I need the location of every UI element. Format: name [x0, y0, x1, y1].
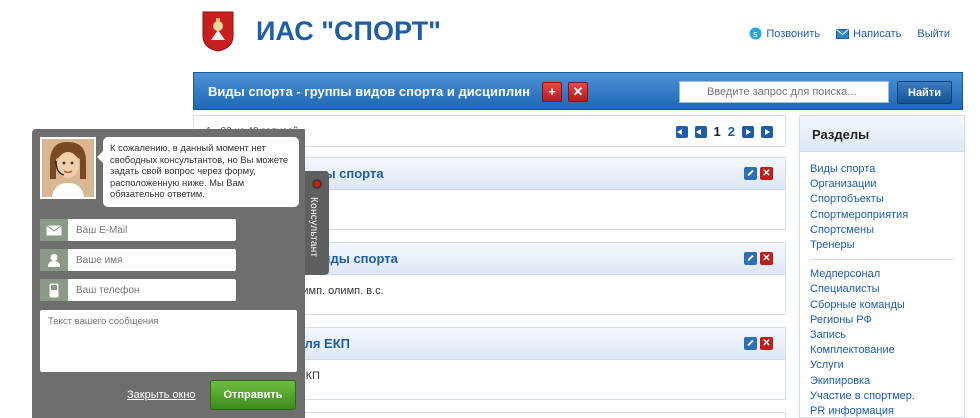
phone-icon — [40, 279, 68, 301]
consultant-avatar — [40, 137, 96, 199]
email-input[interactable] — [68, 219, 236, 241]
sidebar-item-services[interactable]: Услуги — [810, 358, 954, 373]
write-link-label: Написать — [853, 27, 902, 40]
top-links: s Позвонить Написать Выйти — [749, 27, 950, 40]
close-window-link[interactable]: Закрыть окно — [127, 389, 196, 401]
edit-icon[interactable] — [744, 167, 757, 180]
logout-link-label: Выйти — [917, 27, 950, 40]
sidebar-item-record[interactable]: Запись — [810, 328, 954, 343]
sidebar-title: Разделы — [800, 116, 964, 152]
send-button[interactable]: Отправить — [210, 380, 296, 410]
sidebar-item-athletes[interactable]: Спортсмены — [810, 223, 954, 238]
logout-link[interactable]: Выйти — [917, 27, 950, 40]
consultant-tab-label: Консультант — [308, 197, 319, 258]
pager: 1 2 — [675, 124, 773, 139]
search-input[interactable] — [679, 81, 889, 103]
add-button[interactable]: + — [542, 82, 562, 102]
last-page-icon[interactable] — [761, 125, 773, 138]
edit-icon[interactable] — [744, 252, 757, 265]
sidebar-item-national-teams[interactable]: Сборные команды — [810, 298, 954, 313]
sidebar-item-event-participation[interactable]: Участие в спортмер. — [810, 389, 954, 404]
name-input[interactable] — [68, 249, 236, 271]
sidebar-item-organizations[interactable]: Организации — [810, 177, 954, 192]
toolbar-title: Виды спорта - группы видов спорта и дисц… — [208, 84, 530, 99]
edit-icon[interactable] — [744, 337, 757, 350]
page-2[interactable]: 2 — [728, 124, 735, 139]
delete-icon[interactable]: ✕ — [760, 252, 773, 265]
consultant-tab[interactable]: Консультант — [305, 171, 329, 275]
sections-sidebar: Разделы Виды спорта Организации Спортобъ… — [799, 115, 965, 418]
call-link-label: Позвонить — [766, 27, 821, 40]
mail-icon — [836, 28, 850, 39]
sidebar-item-pr-info[interactable]: PR информация — [810, 404, 954, 418]
moscow-coat-of-arms-logo — [201, 10, 235, 52]
phone-input[interactable] — [68, 279, 236, 301]
sidebar-item-staffing[interactable]: Комплектование — [810, 343, 954, 358]
sidebar-item-sport-types[interactable]: Виды спорта — [810, 162, 954, 177]
svg-text:s: s — [753, 30, 758, 40]
user-icon — [40, 249, 68, 271]
sidebar-item-specialists[interactable]: Специалисты — [810, 282, 954, 297]
skype-icon: s — [749, 27, 762, 40]
message-textarea[interactable] — [40, 310, 297, 372]
sidebar-item-sport-facilities[interactable]: Спортобъекты — [810, 192, 954, 207]
envelope-icon — [40, 219, 68, 241]
status-dot-icon — [312, 179, 322, 189]
sidebar-divider — [810, 259, 954, 261]
prev-page-icon[interactable] — [694, 125, 707, 138]
delete-icon[interactable]: ✕ — [760, 167, 773, 180]
page-1[interactable]: 1 — [714, 124, 721, 139]
email-field — [40, 219, 236, 241]
call-link[interactable]: s Позвонить — [749, 27, 820, 40]
next-page-icon[interactable] — [742, 125, 754, 138]
phone-field — [40, 279, 236, 301]
sidebar-item-equipment[interactable]: Экипировка — [810, 374, 954, 389]
toolbar: Виды спорта - группы видов спорта и дисц… — [193, 72, 963, 110]
sidebar-item-coaches[interactable]: Тренеры — [810, 238, 954, 253]
search-button[interactable]: Найти — [897, 81, 952, 104]
consultant-message: К сожалению, в данный момент нет свободн… — [97, 137, 299, 207]
sidebar-item-medical-staff[interactable]: Медперсонал — [810, 267, 954, 282]
write-link[interactable]: Написать — [836, 27, 901, 40]
delete-icon[interactable]: ✕ — [760, 337, 773, 350]
sidebar-item-sport-events[interactable]: Спортмероприятия — [810, 208, 954, 223]
consultant-panel: К сожалению, в данный момент нет свободн… — [32, 129, 305, 418]
sidebar-item-regions[interactable]: Регионы РФ — [810, 313, 954, 328]
first-page-icon[interactable] — [675, 125, 688, 138]
name-field — [40, 249, 236, 271]
delete-button[interactable]: ✕ — [568, 82, 588, 102]
site-title: ИАС "СПОРТ" — [256, 16, 441, 46]
